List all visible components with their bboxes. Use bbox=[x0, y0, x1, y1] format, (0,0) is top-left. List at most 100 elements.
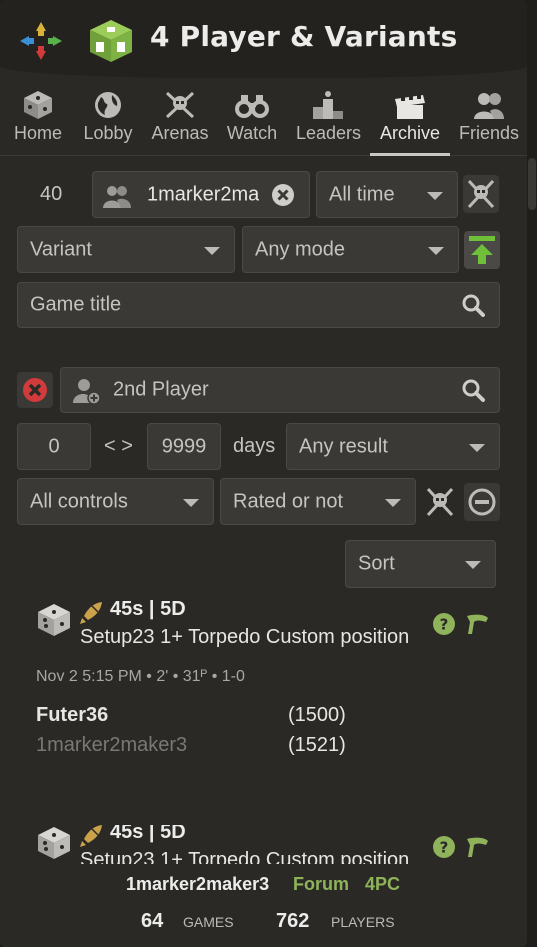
footer-owner[interactable]: 1marker2maker3 bbox=[126, 874, 269, 895]
upload-button[interactable] bbox=[464, 231, 500, 269]
player1-input[interactable]: 1marker2maker3 bbox=[92, 171, 310, 218]
nav-friends-label: Friends bbox=[458, 123, 520, 143]
nav-home[interactable]: Home bbox=[10, 84, 66, 154]
nav-leaders-label: Leaders bbox=[296, 123, 362, 143]
days-max-value: 9999 bbox=[161, 435, 207, 457]
horn-icon[interactable] bbox=[464, 612, 490, 636]
game-title-placeholder: Game title bbox=[30, 293, 122, 316]
skull-swords-icon bbox=[426, 487, 454, 517]
sort-value: Sort bbox=[358, 552, 395, 575]
dice-logo-icon bbox=[90, 20, 132, 62]
player2-input[interactable]: 2nd Player bbox=[60, 367, 500, 413]
search-icon[interactable] bbox=[461, 293, 485, 317]
mode-value: Any mode bbox=[255, 238, 346, 260]
nav-watch-label: Watch bbox=[226, 123, 278, 143]
chevron-down-icon bbox=[428, 246, 444, 255]
remove-player-button[interactable] bbox=[17, 372, 53, 408]
rocket-icon bbox=[80, 602, 102, 624]
nav-leaders[interactable]: Leaders bbox=[296, 84, 362, 154]
app-window: 4 Player & Variants Home Lobby Arenas Wa… bbox=[0, 0, 527, 947]
controls-select[interactable]: All controls bbox=[17, 478, 214, 525]
app-logo-icon[interactable] bbox=[16, 18, 66, 64]
players-label: PLAYERS bbox=[331, 914, 395, 930]
game-meta: Nov 2 5:15 PM • 2' • 31ᴾ • 1-0 bbox=[36, 668, 245, 685]
variant-value: Variant bbox=[30, 238, 92, 260]
chevron-down-icon bbox=[204, 246, 220, 255]
game-speed: 45s | 5D bbox=[110, 825, 186, 843]
rated-select[interactable]: Rated or not bbox=[220, 478, 416, 525]
dice-variant-icon bbox=[38, 827, 70, 859]
dice-variant-icon bbox=[38, 604, 70, 636]
skull-swords-button[interactable] bbox=[463, 175, 499, 213]
result-count: 40 bbox=[40, 183, 63, 205]
podium-icon bbox=[313, 91, 343, 119]
rated-value: Rated or not bbox=[233, 490, 344, 512]
game-variant: Setup23 1+ Torpedo Custom position bbox=[80, 849, 410, 865]
minus-circle-icon bbox=[468, 488, 496, 516]
nav-lobby[interactable]: Lobby bbox=[80, 84, 136, 154]
nav-watch[interactable]: Watch bbox=[224, 84, 280, 154]
search-icon[interactable] bbox=[461, 378, 485, 402]
result-value: Any result bbox=[299, 435, 388, 457]
nav-archive[interactable]: Archive bbox=[370, 84, 450, 156]
game-title-input[interactable]: Game title bbox=[17, 282, 500, 328]
nav-arenas-label: Arenas bbox=[151, 123, 209, 143]
game-variant: Setup23 1+ Torpedo Custom position bbox=[80, 626, 410, 648]
app-title: 4 Player & Variants bbox=[150, 20, 458, 53]
nav-friends[interactable]: Friends bbox=[458, 84, 520, 154]
variant-select[interactable]: Variant bbox=[17, 226, 235, 273]
days-max-input[interactable]: 9999 bbox=[147, 423, 221, 470]
nav-arenas[interactable]: Arenas bbox=[150, 84, 210, 154]
forum-link[interactable]: Forum bbox=[293, 874, 349, 895]
game-list-item[interactable]: 45s | 5D Setup23 1+ Torpedo Custom posit… bbox=[36, 825, 506, 865]
games-count: 64 bbox=[141, 910, 164, 932]
days-min-value: 0 bbox=[48, 435, 60, 457]
rocket-icon bbox=[80, 825, 102, 847]
footer: 1marker2maker3 Forum 4PC 64 GAMES 762 PL… bbox=[0, 864, 527, 947]
nav-archive-label: Archive bbox=[379, 123, 441, 143]
svg-text:?: ? bbox=[440, 839, 449, 857]
skull-swords-icon bbox=[467, 179, 495, 209]
mode-select[interactable]: Any mode bbox=[242, 226, 459, 273]
time-range-value: All time bbox=[329, 183, 395, 205]
add-user-icon bbox=[73, 379, 101, 405]
crossed-swords-icon bbox=[165, 91, 195, 119]
scrollbar[interactable] bbox=[527, 156, 537, 947]
scrollbar-thumb[interactable] bbox=[528, 158, 536, 210]
globe-icon bbox=[95, 92, 121, 118]
players-count: 762 bbox=[276, 910, 310, 932]
help-icon[interactable]: ? bbox=[432, 612, 456, 636]
player-name[interactable]: 1marker2maker3 bbox=[36, 734, 187, 757]
player1-value: 1marker2maker3 bbox=[147, 183, 259, 205]
days-min-input[interactable]: 0 bbox=[17, 423, 91, 470]
forum-tag-link[interactable]: 4PC bbox=[365, 874, 400, 895]
result-select[interactable]: Any result bbox=[286, 423, 500, 470]
time-range-select[interactable]: All time bbox=[316, 171, 458, 218]
player-rating: (1521) bbox=[288, 734, 346, 756]
chevron-down-icon bbox=[427, 191, 443, 200]
horn-icon[interactable] bbox=[464, 835, 490, 859]
game-list-item[interactable]: 45s | 5D Setup23 1+ Torpedo Custom posit… bbox=[36, 598, 506, 772]
player-name[interactable]: Futer36 bbox=[36, 704, 108, 727]
title-bar: 4 Player & Variants bbox=[0, 0, 527, 78]
svg-text:?: ? bbox=[440, 616, 449, 634]
skull-filter-button[interactable] bbox=[422, 483, 458, 521]
chevron-down-icon bbox=[465, 561, 481, 569]
main-nav: Home Lobby Arenas Watch Leaders Archive … bbox=[0, 84, 527, 156]
upload-arrow-icon bbox=[469, 236, 495, 264]
player2-placeholder: 2nd Player bbox=[113, 378, 209, 401]
help-icon[interactable]: ? bbox=[432, 835, 456, 859]
sort-select[interactable]: Sort bbox=[345, 540, 496, 588]
player-rating: (1500) bbox=[288, 704, 346, 726]
dice-home-icon bbox=[24, 91, 52, 119]
games-label: GAMES bbox=[183, 914, 234, 930]
clear-circle-icon[interactable] bbox=[271, 183, 295, 207]
chevron-down-icon bbox=[183, 498, 199, 507]
exclude-button[interactable] bbox=[464, 483, 500, 521]
friends-icon bbox=[474, 93, 504, 119]
game-speed: 45s | 5D bbox=[110, 598, 186, 620]
binoculars-icon bbox=[235, 95, 269, 118]
days-label: days bbox=[233, 435, 276, 457]
range-separator: < > bbox=[104, 435, 133, 457]
chevron-down-icon bbox=[385, 498, 401, 507]
